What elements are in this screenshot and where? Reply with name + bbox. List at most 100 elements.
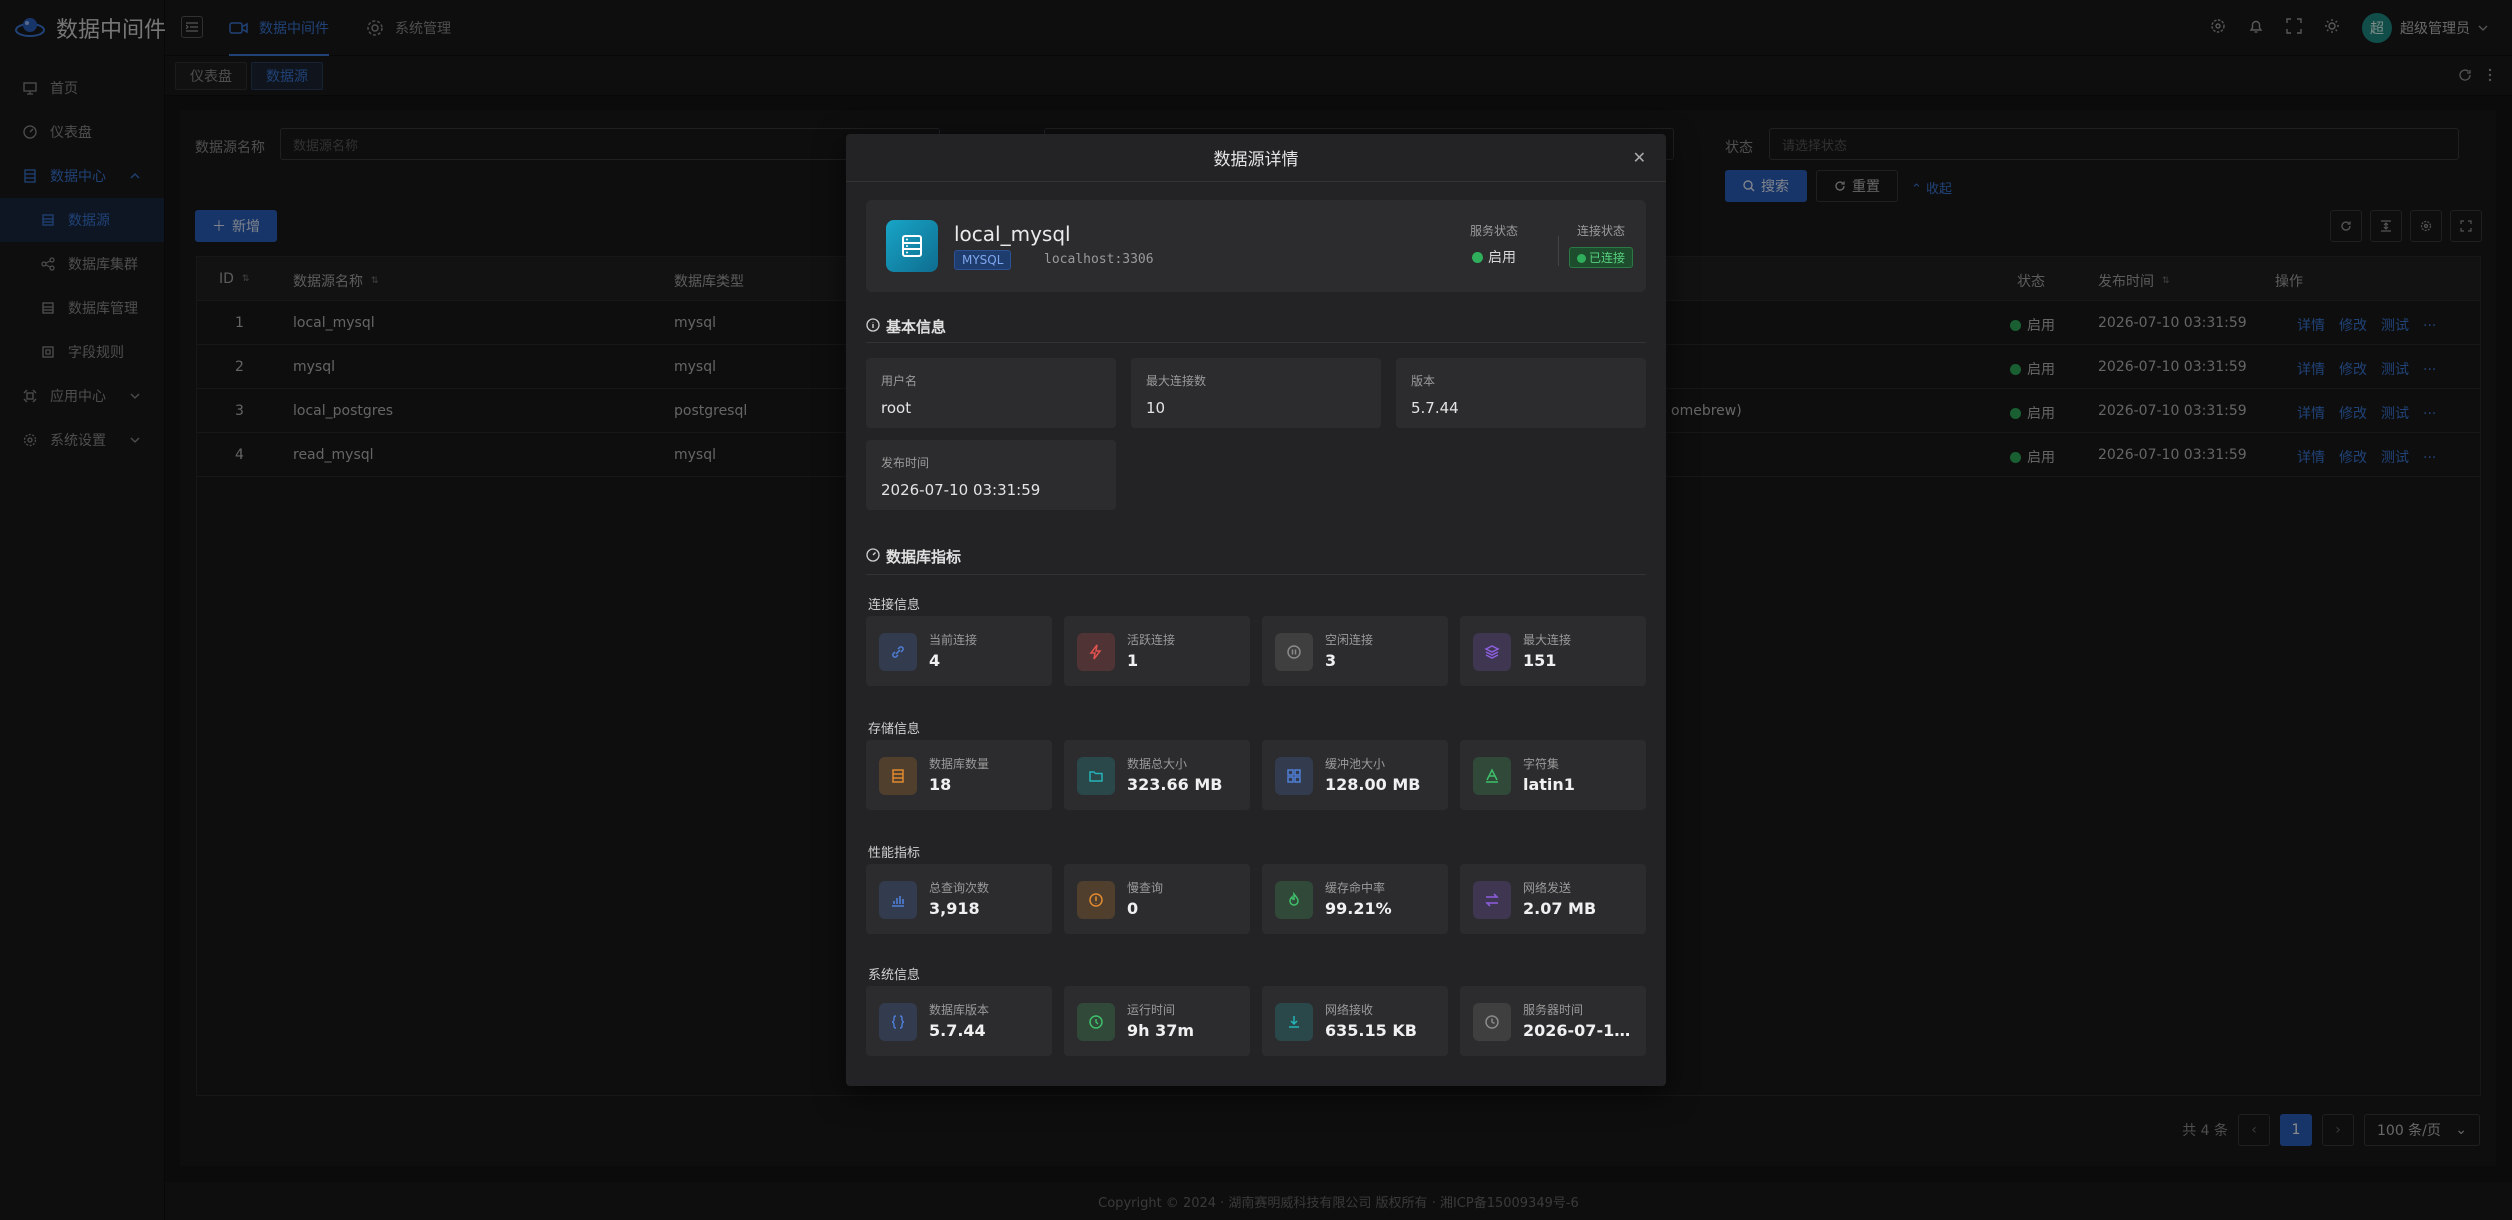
connection-status-label: 连接状态 — [1576, 224, 1625, 238]
info-value: 2026-07-10 03:31:59 — [881, 481, 1041, 499]
modal-title: 数据源详情 — [1213, 150, 1299, 170]
metric-label: 字符集 — [1523, 757, 1560, 771]
metric-label: 数据库数量 — [929, 757, 990, 771]
swap-icon — [1473, 881, 1511, 919]
metric-value: latin1 — [1523, 775, 1575, 794]
metric-value: 99.21% — [1325, 899, 1392, 918]
status-dot — [1472, 251, 1483, 263]
info-max-connections: 最大连接数 10 — [1131, 358, 1381, 428]
metric-value: 635.15 KB — [1325, 1021, 1417, 1040]
metric-value: 3,918 — [929, 899, 980, 918]
metric-label: 当前连接 — [929, 633, 978, 647]
metric-card: 网络接收 635.15 KB — [1262, 986, 1448, 1056]
metric-label: 服务器时间 — [1523, 1003, 1584, 1017]
metric-card: 数据总大小 323.66 MB — [1064, 740, 1250, 810]
metric-card: 总查询次数 3,918 — [866, 864, 1052, 934]
metric-label: 最大连接 — [1523, 633, 1572, 647]
metric-card: 服务器时间 2026-07-10T... — [1460, 986, 1646, 1056]
font-icon — [1473, 757, 1511, 795]
metric-value: 128.00 MB — [1325, 775, 1421, 794]
section-title-text: 数据库指标 — [886, 548, 962, 566]
database-icon — [879, 757, 917, 795]
status-divider — [1558, 236, 1559, 266]
code-icon — [879, 1003, 917, 1041]
metric-value: 3 — [1325, 651, 1337, 670]
datasource-name: local_mysql — [954, 222, 1071, 246]
metric-group-label: 连接信息 — [868, 598, 921, 613]
metric-card: 数据库版本 5.7.44 — [866, 986, 1052, 1056]
modal-header: 数据源详情 ✕ — [846, 134, 1666, 182]
metrics-title: 数据库指标 — [866, 546, 961, 567]
metric-label: 总查询次数 — [929, 881, 990, 895]
metric-label: 网络接收 — [1325, 1003, 1374, 1017]
metric-group-label: 系统信息 — [868, 968, 921, 983]
service-status-label: 服务状态 — [1470, 224, 1519, 238]
service-status-value: 启用 — [1488, 250, 1516, 266]
info-publish-time: 发布时间 2026-07-10 03:31:59 — [866, 440, 1116, 510]
metric-card: 缓冲池大小 128.00 MB — [1262, 740, 1448, 810]
info-value: root — [881, 399, 912, 417]
alert-icon — [1077, 881, 1115, 919]
pause-icon — [1275, 633, 1313, 671]
metric-group-label: 性能指标 — [868, 846, 921, 861]
metric-value: 9h 37m — [1127, 1021, 1195, 1040]
info-label: 发布时间 — [881, 456, 930, 470]
metric-value: 323.66 MB — [1127, 775, 1223, 794]
datasource-host: localhost:3306 — [1044, 252, 1154, 267]
download-icon — [1275, 1003, 1313, 1041]
metric-card: 网络发送 2.07 MB — [1460, 864, 1646, 934]
bolt-icon — [1077, 633, 1115, 671]
datasource-summary-card: local_mysql MYSQL localhost:3306 服务状态 启用… — [866, 200, 1646, 292]
metric-label: 空闲连接 — [1325, 633, 1374, 647]
metric-card: 数据库数量 18 — [866, 740, 1052, 810]
status-badge: 已连接 — [1568, 247, 1633, 268]
connection-status-value: 已连接 — [1588, 251, 1625, 265]
metric-label: 缓冲池大小 — [1325, 757, 1386, 771]
close-icon[interactable]: ✕ — [1633, 148, 1646, 167]
metric-card: 最大连接 151 — [1460, 616, 1646, 686]
basic-info-title: 基本信息 — [866, 316, 946, 337]
info-value: 5.7.44 — [1411, 399, 1459, 417]
timer-icon — [1077, 1003, 1115, 1041]
metric-card: 字符集 latin1 — [1460, 740, 1646, 810]
metric-group-label: 存储信息 — [868, 722, 921, 737]
divider — [866, 342, 1646, 343]
datasource-detail-modal: 数据源详情 ✕ local_mysql MYSQL localhost:3306… — [846, 134, 1666, 1086]
metric-value: 151 — [1523, 651, 1557, 670]
metric-value: 2026-07-10T... — [1523, 1021, 1638, 1040]
info-label: 最大连接数 — [1146, 374, 1207, 388]
info-username: 用户名 root — [866, 358, 1116, 428]
metric-label: 网络发送 — [1523, 881, 1572, 895]
folder-icon — [1077, 757, 1115, 795]
layers-icon — [1473, 633, 1511, 671]
connection-status: 连接状态 已连接 — [1560, 222, 1642, 268]
metric-card: 空闲连接 3 — [1262, 616, 1448, 686]
metric-value: 0 — [1127, 899, 1139, 918]
info-version: 版本 5.7.44 — [1396, 358, 1646, 428]
metric-card: 当前连接 4 — [866, 616, 1052, 686]
status-dot — [1576, 254, 1586, 263]
metric-value: 2.07 MB — [1523, 899, 1597, 918]
db-type-tag: MYSQL — [954, 250, 1012, 270]
metric-label: 数据库版本 — [929, 1003, 990, 1017]
metric-label: 活跃连接 — [1127, 633, 1176, 647]
metric-card: 活跃连接 1 — [1064, 616, 1250, 686]
metric-card: 慢查询 0 — [1064, 864, 1250, 934]
metric-card: 缓存命中率 99.21% — [1262, 864, 1448, 934]
metric-value: 18 — [929, 775, 952, 794]
metric-label: 慢查询 — [1127, 881, 1164, 895]
divider — [866, 574, 1646, 575]
metric-label: 数据总大小 — [1127, 757, 1188, 771]
bar-chart-icon — [879, 881, 917, 919]
flame-icon — [1275, 881, 1313, 919]
dashboard-icon — [866, 547, 880, 566]
metric-value: 5.7.44 — [929, 1021, 986, 1040]
info-value: 10 — [1146, 399, 1166, 417]
metric-label: 缓存命中率 — [1325, 881, 1386, 895]
info-icon — [866, 317, 880, 336]
metric-value: 4 — [929, 651, 941, 670]
info-label: 版本 — [1411, 374, 1436, 388]
clock-icon — [1473, 1003, 1511, 1041]
metric-value: 1 — [1127, 651, 1139, 670]
metric-card: 运行时间 9h 37m — [1064, 986, 1250, 1056]
